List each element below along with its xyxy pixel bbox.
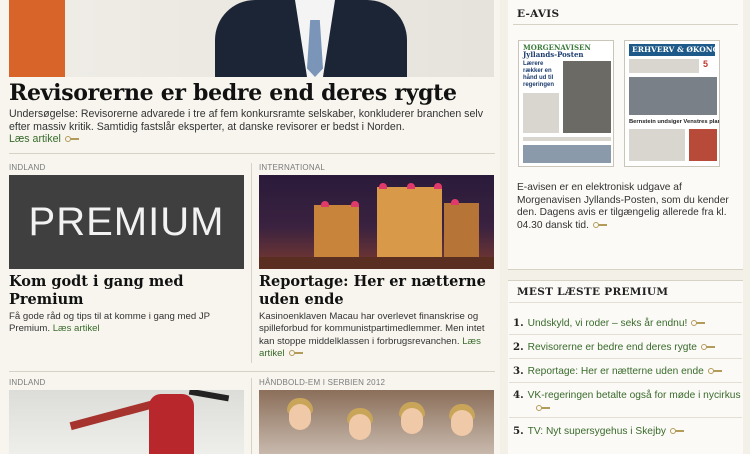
most-read-item-key [532,403,550,414]
gymnastics-image[interactable] [9,390,244,454]
most-read-link[interactable]: Reportage: Her er nætterne uden ende [528,366,704,377]
most-read-item[interactable]: 1. Undskyld, vi roder – seks år endnu! [513,317,706,329]
paper-masthead: ERHVERV & ØKONOMI [632,45,720,54]
section-label: INDLAND [9,163,46,172]
column-divider [251,378,252,454]
most-read-number: 1. [513,317,524,329]
key-icon [64,136,79,143]
section-label: INDLAND [9,378,46,387]
divider [9,371,495,372]
article-body: Få gode råd og tips til at komme i gang … [9,311,244,336]
divider [509,417,742,418]
key-icon [691,320,706,327]
article-body-text: Få gode råd og tips til at komme i gang … [9,311,210,335]
article-body: Kasinoenklaven Macau har overlevet finan… [259,311,494,360]
macau-image[interactable] [259,175,494,269]
key-icon[interactable] [592,222,607,229]
most-read-link[interactable]: TV: Nyt supersygehus i Skejby [528,426,666,437]
divider [509,334,742,335]
most-read-item[interactable]: 2. Revisorerne er bedre end deres rygte [513,341,715,353]
most-read-link[interactable]: Undskyld, vi roder – seks år endnu! [528,318,688,329]
section-label: HÅNDBOLD-EM I SERBIEN 2012 [259,378,386,387]
paper-number: 5 [703,59,709,69]
divider [509,302,742,303]
most-read-number: 4. [513,389,524,401]
most-read-number: 5. [513,425,524,437]
paper-masthead-sub: Jyllands-Posten [523,50,584,59]
article-title[interactable]: Reportage: Her er nætterne uden ende [259,273,494,309]
most-read-item[interactable]: 4. VK-regeringen betalte også for møde i … [513,389,741,401]
hero-read-article-link[interactable]: Læs artikel [9,133,79,145]
most-read-number: 3. [513,365,524,377]
premium-image-text: PREMIUM [28,199,225,244]
paper-headline: Lærere rækker en hånd ud til regeringen [523,61,555,88]
divider [509,358,742,359]
paper-headline: Bernstein undsiger Venstres plan [629,119,720,125]
key-icon [536,405,550,412]
most-read-item[interactable]: 5. TV: Nyt supersygehus i Skejby [513,425,684,437]
eavis-paper-business[interactable]: ERHVERV & ØKONOMI 5 Bernstein undsiger V… [624,40,720,167]
handball-image[interactable] [259,390,494,454]
key-icon [288,350,303,357]
most-read-item[interactable]: 3. Reportage: Her er nætterne uden ende [513,365,722,377]
most-read-link[interactable]: VK-regeringen betalte også for møde i ny… [528,390,741,401]
divider [9,153,495,154]
main-column: Revisorerne er bedre end deres rygte Und… [0,0,500,454]
read-article-label[interactable]: Læs artikel [9,133,61,145]
hero-lead: Undersøgelse: Revisorerne advarede i tre… [9,108,484,133]
column-divider [251,163,252,363]
divider [509,382,742,383]
most-read-heading: MEST LÆSTE PREMIUM [517,286,669,298]
premium-image[interactable]: PREMIUM [9,175,244,269]
eavis-paper-front[interactable]: MORGENAVISEN Jyllands-Posten Lærere rækk… [518,40,614,167]
most-read-number: 2. [513,341,524,353]
hero-headline[interactable]: Revisorerne er bedre end deres rygte [9,80,457,106]
most-read-link[interactable]: Revisorerne er bedre end deres rygte [528,342,697,353]
key-icon [669,428,684,435]
eavis-description: E-avisen er en elektronisk udgave af Mor… [517,182,737,232]
hero-image[interactable] [9,0,494,77]
eavis-description-text: E-avisen er en elektronisk udgave af Mor… [517,182,729,231]
section-label: INTERNATIONAL [259,163,326,172]
article-title[interactable]: Kom godt i gang med Premium [9,273,244,309]
article-body-text: Kasinoenklaven Macau har overlevet finan… [259,311,485,347]
eavis-heading: E-AVIS [517,8,560,20]
key-icon [707,368,722,375]
key-icon [700,344,715,351]
read-article-link[interactable]: Læs artikel [53,323,100,334]
